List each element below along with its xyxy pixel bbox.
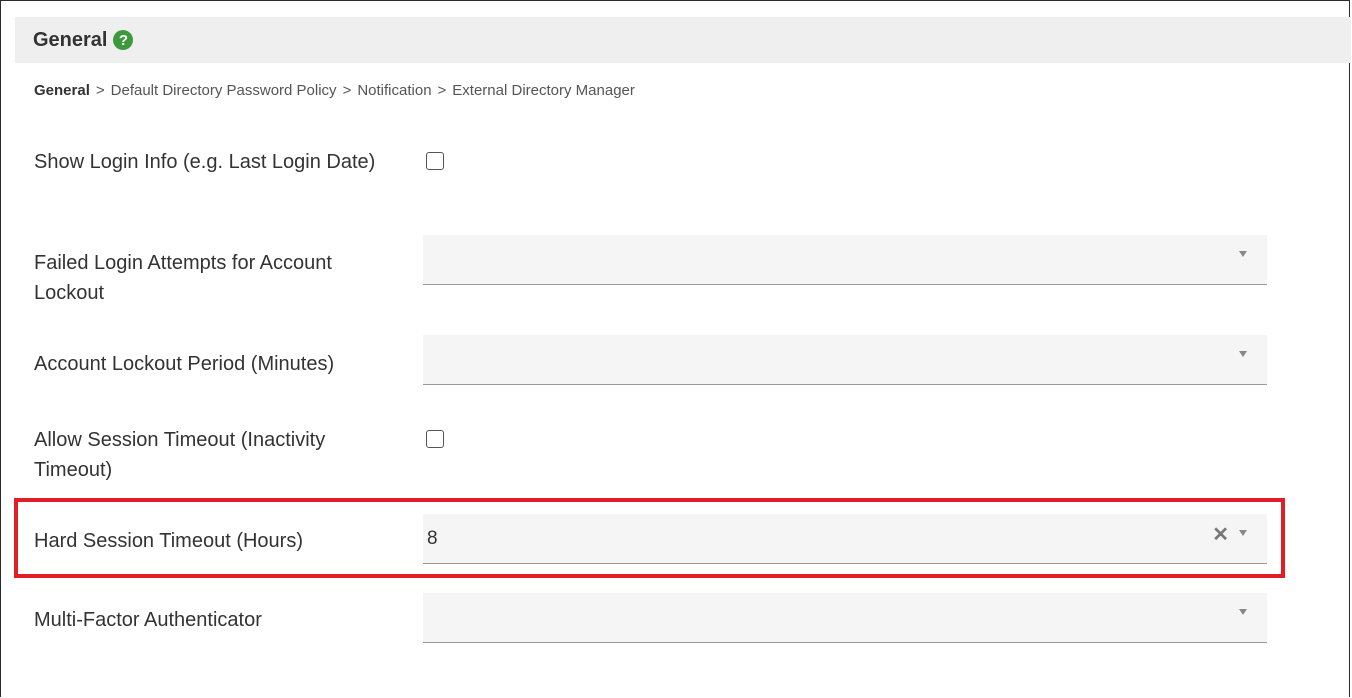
show-login-info-label: Show Login Info (e.g. Last Login Date) <box>34 151 376 173</box>
breadcrumb-current: General <box>34 82 90 99</box>
breadcrumb-item-password-policy[interactable]: Default Directory Password Policy <box>111 82 337 99</box>
breadcrumb-separator: > <box>95 82 105 99</box>
hard-session-timeout-label: Hard Session Timeout (Hours) <box>34 530 303 552</box>
settings-panel: General ? General > Default Directory Pa… <box>0 0 1351 697</box>
section-title: General <box>33 28 108 51</box>
breadcrumb: General > Default Directory Password Pol… <box>34 82 635 99</box>
caret-down-icon <box>1239 609 1247 615</box>
multi-factor-authenticator-label: Multi-Factor Authenticator <box>34 609 262 631</box>
breadcrumb-separator: > <box>437 82 447 99</box>
account-lockout-period-label: Account Lockout Period (Minutes) <box>34 353 335 375</box>
breadcrumb-item-external-directory-manager[interactable]: External Directory Manager <box>452 82 635 99</box>
failed-login-attempts-select[interactable] <box>423 235 1267 285</box>
account-lockout-period-select[interactable] <box>423 335 1267 385</box>
section-header: General ? <box>15 17 1351 63</box>
caret-down-icon <box>1239 351 1247 357</box>
show-login-info-checkbox[interactable] <box>426 152 444 170</box>
hard-session-timeout-value: 8 <box>427 528 438 549</box>
question-circle-icon[interactable]: ? <box>113 30 134 50</box>
failed-login-attempts-label: Failed Login Attempts for Account Lockou… <box>34 252 332 304</box>
breadcrumb-separator: > <box>342 82 352 99</box>
multi-factor-authenticator-select[interactable] <box>423 593 1267 643</box>
breadcrumb-item-notification[interactable]: Notification <box>357 82 431 99</box>
allow-session-timeout-checkbox[interactable] <box>426 430 444 448</box>
hard-session-timeout-select[interactable]: 8 ✕ <box>423 514 1267 564</box>
caret-down-icon <box>1239 251 1247 257</box>
allow-session-timeout-label: Allow Session Timeout (Inactivity Timeou… <box>34 429 326 481</box>
clear-icon[interactable]: ✕ <box>1212 525 1229 545</box>
caret-down-icon <box>1239 530 1247 536</box>
